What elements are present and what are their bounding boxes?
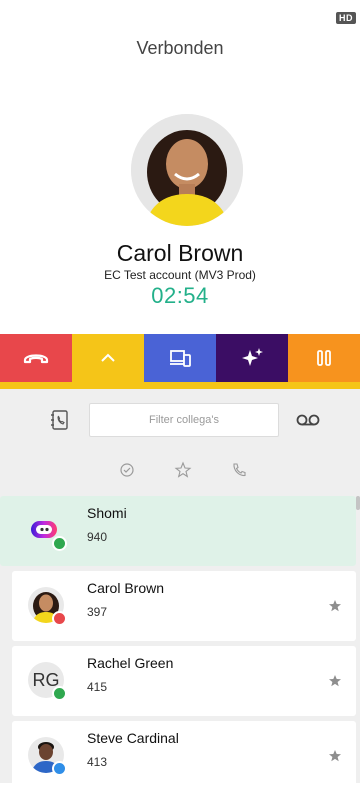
voicemail-icon [296, 414, 320, 426]
filter-colleagues-input[interactable] [89, 403, 279, 437]
transfer-device-button[interactable] [144, 334, 216, 382]
avatar [28, 587, 67, 626]
favorite-star-icon[interactable] [328, 749, 342, 763]
check-circle-icon [120, 463, 134, 477]
phone-icon [233, 463, 246, 477]
chevron-up-icon [101, 353, 115, 362]
ai-button[interactable] [216, 334, 288, 382]
avatar: RG [28, 662, 67, 701]
list-item-carol-brown[interactable]: Carol Brown 397 [12, 571, 356, 641]
list-item-steve-cardinal[interactable]: Steve Cardinal 413 [12, 721, 356, 791]
call-timer: 02:54 [151, 283, 209, 308]
contact-extension: 415 [87, 680, 108, 694]
presence-dot [52, 761, 67, 776]
favorite-star-icon[interactable] [328, 674, 342, 688]
colleagues-panel: Shomi 940 Carol Brown 397 [0, 389, 360, 791]
star-outline-icon [174, 461, 192, 478]
presence-dot [52, 686, 67, 701]
contact-name: Rachel Green [87, 655, 174, 671]
active-tab-indicator [0, 382, 360, 389]
contact-name: Steve Cardinal [87, 730, 179, 746]
filter-calls-button[interactable] [230, 461, 248, 479]
list-scrollbar[interactable] [356, 496, 360, 510]
call-action-bar [0, 334, 360, 382]
caller-account: EC Test account (MV3 Prod) [104, 268, 256, 282]
hd-badge: HD [336, 12, 356, 24]
favorite-star-icon[interactable] [328, 599, 342, 613]
contacts-book-button[interactable] [49, 409, 71, 431]
filter-icons-row [0, 461, 360, 481]
hold-button[interactable] [288, 334, 360, 382]
avatar [28, 512, 67, 551]
panel-toolbar [0, 403, 360, 437]
hangup-button[interactable] [0, 334, 72, 382]
filter-available-button[interactable] [118, 461, 136, 479]
call-status: Verbonden [136, 38, 224, 58]
expand-button[interactable] [72, 334, 144, 382]
contact-extension: 940 [87, 530, 108, 544]
hangup-icon [23, 354, 49, 364]
voicemail-button[interactable] [295, 411, 321, 429]
avatar [28, 737, 67, 776]
presence-dot [52, 611, 67, 626]
list-item-rachel-green[interactable]: RG Rachel Green 415 [12, 646, 356, 716]
contact-extension: 413 [87, 755, 108, 769]
sparkle-icon [242, 348, 263, 366]
presence-dot [52, 536, 67, 551]
caller-name: Carol Brown [116, 240, 244, 266]
filter-favorites-button[interactable] [174, 461, 192, 479]
contacts-book-icon [51, 410, 68, 430]
contact-name: Shomi [87, 505, 127, 521]
devices-icon [170, 350, 191, 367]
list-item-shomi[interactable]: Shomi 940 [0, 496, 356, 566]
contact-name: Carol Brown [87, 580, 165, 596]
contact-extension: 397 [87, 605, 108, 619]
pause-icon [317, 350, 331, 366]
caller-avatar [131, 114, 243, 226]
